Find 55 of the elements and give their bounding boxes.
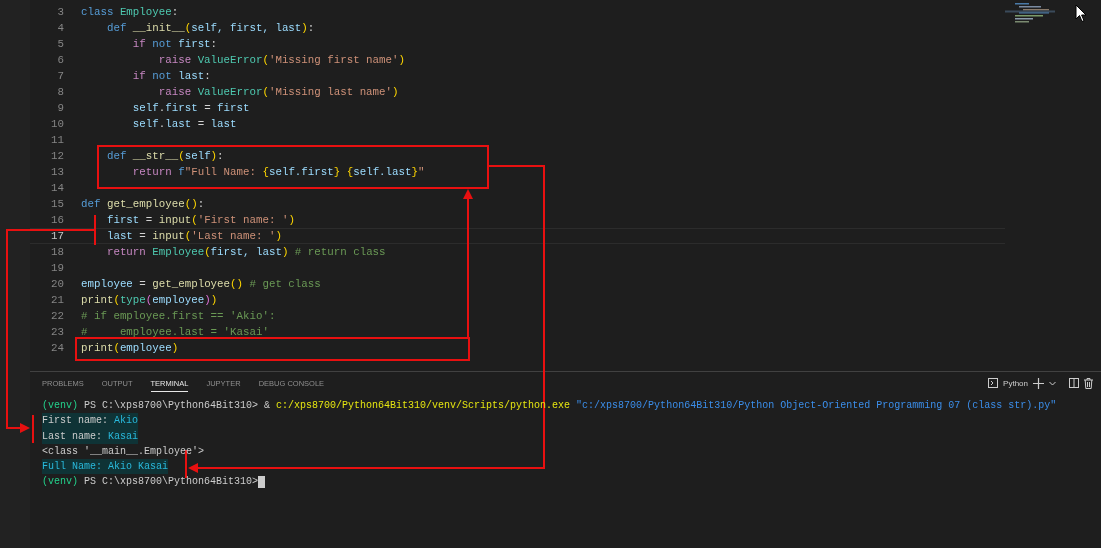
line-number: 13 [50, 165, 64, 180]
trash-icon[interactable] [1084, 377, 1093, 389]
code-line: # if employee.first == 'Akio': [81, 309, 276, 324]
line-number: 7 [56, 69, 64, 84]
bracket-line [32, 414, 34, 444]
terminal-icon[interactable] [988, 378, 999, 388]
code-line: if not last: [131, 69, 211, 84]
annotation-arrow [5, 423, 30, 433]
code-line: if not first: [131, 37, 218, 52]
line-number: 21 [50, 293, 64, 308]
line-number: 12 [50, 149, 64, 164]
code-line: class Employee: [81, 5, 179, 20]
code-line: raise ValueError('Missing last name') [157, 85, 399, 100]
mouse-pointer-icon [1075, 4, 1087, 23]
code-line: first = input('First name: ') [105, 213, 295, 228]
code-line: return Employee(first, last) # return class [105, 245, 386, 260]
line-number: 15 [50, 197, 64, 212]
line-number: 20 [50, 277, 64, 292]
plus-icon[interactable] [1033, 377, 1044, 389]
bracket-line [94, 214, 96, 246]
line-number: 9 [56, 101, 64, 116]
line-number: 22 [50, 309, 64, 324]
terminal-line: (venv) PS C:\xps8700\Python64Bit310> [42, 475, 259, 490]
line-number: 18 [50, 245, 64, 260]
line-number: 10 [50, 117, 64, 132]
chevron-down-icon[interactable] [1049, 380, 1056, 386]
line-number: 5 [56, 37, 64, 52]
code-line: print(employee) [81, 341, 179, 356]
code-line: # employee.last = 'Kasai' [81, 325, 269, 340]
terminal-line: <class '__main__.Employee'> [42, 444, 205, 459]
line-number: 19 [50, 261, 64, 276]
code-line: employee = get_employee() # get class [81, 277, 321, 292]
code-line: last = input('Last name: ') [105, 229, 282, 243]
line-number: 16 [50, 213, 64, 228]
code-line: print(type(employee)) [81, 293, 218, 308]
code-line: def get_employee(): [81, 197, 205, 212]
line-number: 3 [56, 5, 64, 20]
code-line: def __init__(self, first, last): [105, 21, 315, 36]
line-number: 6 [56, 53, 64, 68]
line-number: 11 [50, 133, 64, 148]
split-icon[interactable] [1069, 378, 1079, 388]
minimap-drawing[interactable] [1005, 2, 1055, 26]
line-number: 17 [50, 229, 64, 243]
bracket-line [185, 449, 187, 479]
code-line: raise ValueError('Missing first name') [157, 53, 405, 68]
line-number: 14 [50, 181, 64, 196]
line-number: 24 [50, 341, 64, 356]
code-line: def __str__(self): [105, 149, 224, 164]
line-number: 4 [56, 21, 64, 36]
code-line: return f"Full Name: {self.first} {self.last}" [131, 165, 425, 180]
code-line: self.last = last [131, 117, 237, 132]
line-number: 23 [50, 325, 64, 340]
terminal-shell-label[interactable]: Python [1003, 378, 1028, 388]
code-line: self.first = first [131, 101, 250, 116]
line-number: 8 [56, 85, 64, 100]
